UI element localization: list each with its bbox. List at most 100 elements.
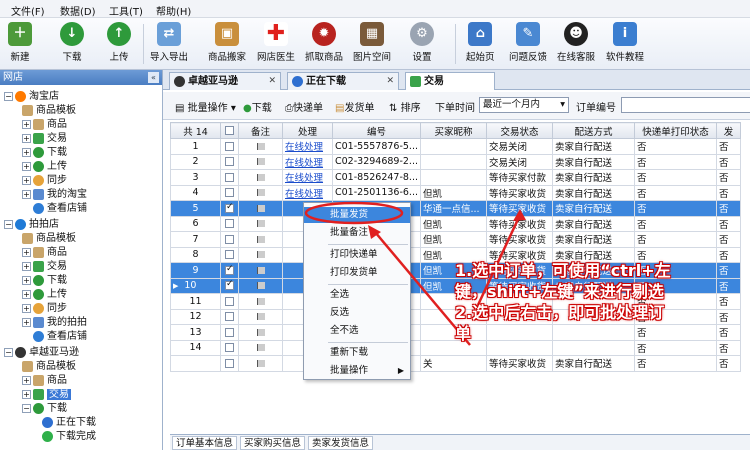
row-checkbox[interactable]: [225, 250, 234, 260]
checkbox-cell[interactable]: [220, 355, 239, 372]
tree-node[interactable]: − 下载: [22, 402, 67, 416]
table-row[interactable]: 4 在线处理 C01-2501136-6... 但凯 等待买家收货 卖家自行配送否否: [170, 184, 741, 201]
new-button[interactable]: ＋新建: [8, 22, 32, 63]
expand-icon[interactable]: +: [22, 317, 31, 327]
tab-trade[interactable]: 交易: [405, 72, 495, 90]
checkbox-cell[interactable]: [220, 277, 239, 294]
checkbox-cell[interactable]: [220, 262, 239, 279]
table-row[interactable]: 3 在线处理 C01-8526247-8... 等待买家付款 卖家自行配送否否: [170, 169, 741, 186]
tab-order-basic[interactable]: 订单基本信息: [172, 436, 238, 450]
expand-icon[interactable]: +: [22, 133, 31, 143]
tree-node[interactable]: + 同步: [22, 302, 67, 316]
row-checkbox[interactable]: [225, 157, 234, 167]
expand-icon[interactable]: +: [22, 389, 31, 399]
collapse-icon[interactable]: −: [4, 91, 13, 101]
menu-item-print-express[interactable]: 打印快递单: [304, 247, 410, 263]
flag-icon[interactable]: [256, 359, 265, 367]
column-header[interactable]: 备注: [238, 122, 283, 139]
process-link-cell[interactable]: 在线处理: [282, 153, 333, 170]
menu-tools[interactable]: 工具(T): [109, 3, 143, 18]
online-service-button[interactable]: ☻ 在线客服: [557, 22, 595, 63]
column-header[interactable]: 交易状态: [486, 122, 553, 139]
checkbox-cell[interactable]: [220, 246, 239, 263]
flag-icon[interactable]: [256, 344, 265, 352]
column-header[interactable]: 配送方式: [552, 122, 635, 139]
checkbox-cell[interactable]: [220, 153, 239, 170]
checkbox-cell[interactable]: [220, 200, 239, 217]
checkbox-cell[interactable]: [220, 169, 239, 186]
panel-close-icon[interactable]: «: [148, 72, 159, 83]
select-all-header[interactable]: [220, 122, 239, 139]
download-orders-button[interactable]: ●下载: [243, 99, 272, 114]
close-icon[interactable]: ✕: [386, 73, 394, 90]
tree-node[interactable]: + 商品: [22, 374, 67, 388]
tree-node-paipai[interactable]: − 拍拍店: [4, 218, 59, 232]
upload-button[interactable]: ↑ 上传: [107, 22, 131, 63]
process-link-cell[interactable]: 在线处理: [282, 169, 333, 186]
collapse-icon[interactable]: −: [4, 219, 13, 229]
select-all-checkbox[interactable]: [225, 126, 234, 135]
row-checkbox[interactable]: [225, 327, 234, 337]
print-express-button[interactable]: ⎙快递单: [285, 99, 323, 114]
row-checkbox[interactable]: [225, 312, 234, 322]
feedback-button[interactable]: ✎ 问题反馈: [509, 22, 547, 63]
flag-icon[interactable]: [256, 142, 265, 150]
expand-icon[interactable]: +: [22, 303, 31, 313]
collapse-icon[interactable]: −: [4, 347, 13, 357]
table-row[interactable]: 5...509-4...华通一点信...等待买家收货卖家自行配送否否: [170, 200, 741, 217]
tree-node-amazon[interactable]: − 卓越亚马逊: [4, 346, 79, 360]
row-checkbox[interactable]: [225, 296, 234, 306]
expand-icon[interactable]: +: [22, 119, 31, 129]
menu-item-print-invoice[interactable]: 打印发货单: [304, 265, 410, 281]
tree-node[interactable]: 查看店铺: [33, 202, 87, 216]
expand-icon[interactable]: +: [22, 261, 31, 271]
flag-icon[interactable]: [256, 220, 265, 228]
row-checkbox[interactable]: [225, 234, 234, 244]
menu-item-select-all[interactable]: 全选: [304, 287, 410, 303]
tree-node[interactable]: + 商品: [22, 118, 67, 132]
collapse-icon[interactable]: −: [22, 403, 31, 413]
flag-icon[interactable]: [256, 251, 265, 259]
flag-icon[interactable]: [256, 313, 265, 321]
row-checkbox[interactable]: [225, 188, 234, 198]
row-checkbox[interactable]: [225, 358, 234, 368]
flag-icon[interactable]: [256, 204, 265, 212]
column-header[interactable]: 编号: [332, 122, 421, 139]
order-time-select[interactable]: 最近一个月内 ▾: [479, 97, 569, 113]
image-space-button[interactable]: ▦ 图片空间: [353, 22, 391, 63]
column-header[interactable]: 发: [716, 122, 741, 139]
row-checkbox[interactable]: [225, 264, 234, 275]
tab-downloading[interactable]: 正在下载 ✕: [287, 72, 399, 90]
tree-node[interactable]: + 交易: [22, 132, 67, 146]
menu-item-batch-operation[interactable]: 批量操作 ▶: [304, 363, 410, 379]
row-checkbox[interactable]: [225, 279, 234, 291]
row-checkbox[interactable]: [225, 141, 234, 151]
tree-node[interactable]: + 商品: [22, 246, 67, 260]
tree-node-trade-selected[interactable]: + 交易: [22, 388, 71, 402]
product-move-button[interactable]: ▣ 商品搬家: [208, 22, 246, 63]
menu-data[interactable]: 数据(D): [60, 3, 96, 18]
table-row[interactable]: 1 在线处理 C01-5557876-5... 交易关闭 卖家自行配送否否: [170, 138, 741, 155]
tree-node[interactable]: 商品模板: [22, 360, 76, 374]
start-page-button[interactable]: ⌂ 起始页: [466, 22, 495, 63]
checkbox-cell[interactable]: [220, 138, 239, 155]
menu-item-batch-note[interactable]: 批量备注: [304, 225, 410, 241]
expand-icon[interactable]: +: [22, 275, 31, 285]
column-header[interactable]: 买家昵称: [420, 122, 487, 139]
menu-help[interactable]: 帮助(H): [156, 3, 191, 18]
expand-icon[interactable]: +: [22, 147, 31, 157]
sort-button[interactable]: ⇅ 排序: [389, 99, 421, 114]
menu-item-invert-selection[interactable]: 反选: [304, 305, 410, 321]
tree-node[interactable]: + 上传: [22, 288, 67, 302]
tree-node[interactable]: 商品模板: [22, 232, 76, 246]
tree-node[interactable]: 正在下载: [42, 416, 96, 430]
shop-doctor-button[interactable]: ✚ 网店医生: [257, 22, 295, 64]
flag-icon[interactable]: [256, 282, 265, 290]
flag-icon[interactable]: [256, 297, 265, 305]
flag-icon[interactable]: [256, 328, 265, 336]
checkbox-cell[interactable]: [220, 231, 239, 248]
column-header[interactable]: 处理: [282, 122, 333, 139]
tab-amazon[interactable]: 卓越亚马逊 ✕: [169, 72, 281, 90]
tree-node[interactable]: + 下载: [22, 274, 67, 288]
expand-icon[interactable]: +: [22, 247, 31, 257]
